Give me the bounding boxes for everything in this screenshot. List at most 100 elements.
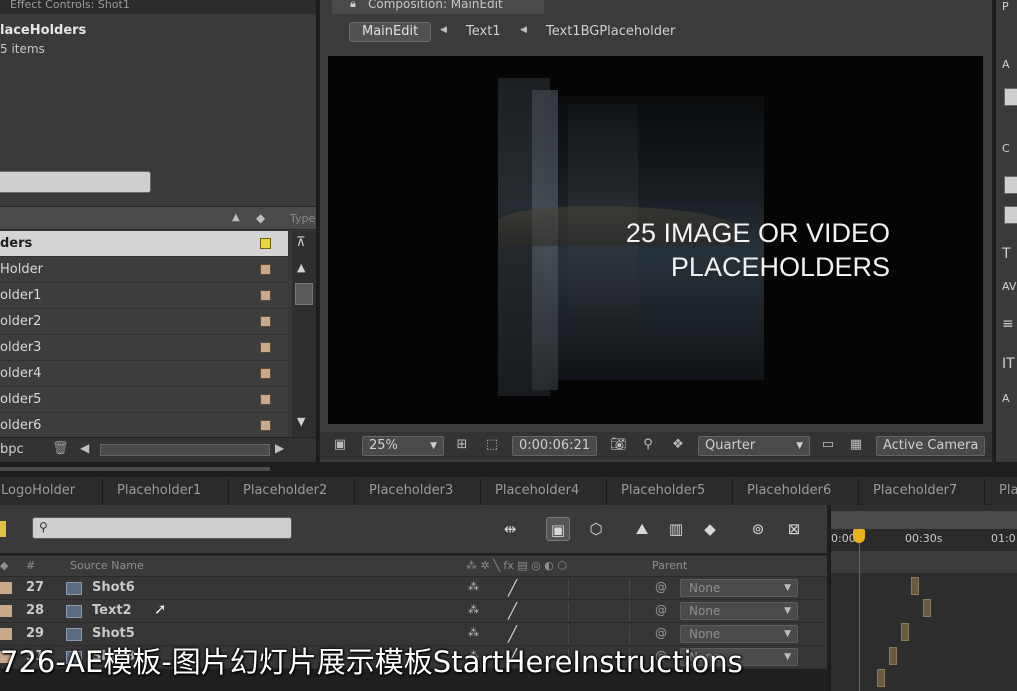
type-column-header[interactable]: Type <box>290 212 315 225</box>
source-name-column-header[interactable]: Source Name <box>70 559 144 572</box>
flowchart-icon[interactable]: ⊼ <box>296 235 306 250</box>
layer-name[interactable]: Shot6 <box>92 580 135 595</box>
tab-placeholder3[interactable]: Placeholder3 <box>354 479 480 505</box>
tab-placeholder5[interactable]: Placeholder5 <box>606 479 732 505</box>
collapse-switch-icon[interactable]: ╱ <box>508 602 517 620</box>
tab-placeholder6[interactable]: Placeholder6 <box>732 479 858 505</box>
project-item[interactable]: older5 <box>0 387 288 413</box>
effect-controls-tab[interactable]: Effect Controls: Shot1 <box>0 0 316 14</box>
composition-mini-flowchart-icon[interactable]: ⇹ <box>498 517 522 541</box>
hide-shy-layers-icon[interactable]: ⛰ <box>630 517 654 541</box>
layer-switch-cells[interactable] <box>568 602 630 621</box>
frame-blending-icon[interactable]: ▥ <box>664 517 688 541</box>
collapse-switch-icon[interactable]: ╱ <box>508 625 517 643</box>
label-swatch[interactable] <box>260 316 271 327</box>
scroll-left-icon[interactable]: ◀ <box>80 441 89 455</box>
shy-switch-icon[interactable]: ⁂ <box>468 626 479 639</box>
layer-row[interactable]: 28 Text2 ➚ ⁂ ╱ @ None ▼ <box>0 600 827 623</box>
layer-name[interactable]: Text2 <box>92 603 132 618</box>
layer-search-input[interactable]: ⚲ <box>32 517 292 539</box>
zoom-dropdown[interactable]: 25% ▼ <box>362 436 444 456</box>
divider-handle[interactable] <box>0 467 270 471</box>
layer-duration-bar[interactable] <box>901 623 909 641</box>
layer-row[interactable]: 27 Shot6 ⁂ ╱ @ None ▼ <box>0 577 827 600</box>
breadcrumb-mainedit[interactable]: MainEdit <box>349 22 432 42</box>
lock-icon[interactable]: 🔒︎ <box>350 0 356 12</box>
label-swatch[interactable] <box>260 264 271 275</box>
label-swatch[interactable] <box>260 420 271 431</box>
tab-placeholder4[interactable]: Placeholder4 <box>480 479 606 505</box>
always-preview-icon[interactable]: ▣ <box>332 437 348 453</box>
bit-depth-button[interactable]: bpc <box>0 442 24 457</box>
project-title[interactable]: laceHolders <box>0 23 86 38</box>
pick-whip-icon[interactable]: @ <box>655 580 667 594</box>
camera-icon[interactable]: 📷︎ <box>610 437 627 453</box>
parent-dropdown[interactable]: None ▼ <box>680 625 798 643</box>
layer-duration-bar[interactable] <box>911 577 919 595</box>
layer-switch-cells[interactable] <box>568 579 630 598</box>
color-channels-icon[interactable]: ❖ <box>670 437 686 453</box>
label-swatch[interactable] <box>260 238 271 249</box>
collapse-switch-icon[interactable]: ╱ <box>508 579 517 597</box>
layer-switch-cells[interactable] <box>568 625 630 644</box>
motion-blur-icon[interactable]: ◆ <box>698 517 722 541</box>
label-swatch[interactable] <box>260 368 271 379</box>
breadcrumb-text1[interactable]: Text1 <box>466 22 501 42</box>
scroll-thumb[interactable] <box>295 283 313 305</box>
paragraph-align-icon[interactable]: ≡ <box>1002 316 1017 332</box>
tab-placeholder7[interactable]: Placeholder7 <box>858 479 984 505</box>
baseline-shift-icon[interactable]: A <box>1002 392 1017 405</box>
tab-placeholder2[interactable]: Placeholder2 <box>228 479 354 505</box>
font-input[interactable] <box>1004 176 1017 194</box>
style-input[interactable] <box>1004 206 1017 224</box>
current-time-indicator[interactable] <box>853 529 865 543</box>
panel-input[interactable] <box>1004 88 1017 106</box>
tracking-icon[interactable]: AV <box>1002 280 1017 293</box>
layer-label-color[interactable] <box>0 582 12 594</box>
shy-switch-icon[interactable]: ⁂ <box>468 580 479 593</box>
brainstorm-icon[interactable]: ⊚ <box>746 517 770 541</box>
graph-editor-icon[interactable]: ⊠ <box>782 517 806 541</box>
tab-logoholder[interactable]: LogoHolder <box>0 479 104 505</box>
composition-tab[interactable]: 🔒︎ Composition: MainEdit <box>332 0 544 14</box>
label-swatch[interactable] <box>260 342 271 353</box>
scroll-down-icon[interactable]: ▼ <box>297 415 305 428</box>
region-of-interest-icon[interactable]: ⬚ <box>484 437 500 453</box>
new-cube-icon[interactable]: ⬡ <box>584 517 608 541</box>
project-item[interactable]: older6 <box>0 413 288 439</box>
shy-switch-icon[interactable]: ⁂ <box>468 603 479 616</box>
parent-column-header[interactable]: Parent <box>652 559 687 572</box>
breadcrumb-text1bgplaceholder[interactable]: Text1BGPlaceholder <box>546 22 675 42</box>
fit-icon[interactable]: ⊞ <box>454 437 470 453</box>
project-item[interactable]: older4 <box>0 361 288 387</box>
scroll-up-icon[interactable]: ▲ <box>297 261 305 274</box>
active-camera-dropdown[interactable]: Active Camera <box>876 436 986 456</box>
parent-dropdown[interactable]: None ▼ <box>680 602 798 620</box>
project-item[interactable]: ders <box>0 231 288 257</box>
parent-dropdown[interactable]: None ▼ <box>680 579 798 597</box>
composition-viewer[interactable]: 25 IMAGE OR VIDEO PLACEHOLDERS <box>328 56 983 424</box>
project-list-scrollbar[interactable]: ⊼ ▲ ▼ <box>292 231 316 437</box>
tab-placeholder1[interactable]: Placeholder1 <box>102 479 228 505</box>
switches-column-icons[interactable]: ⁂ ✲ ╲ fx ▤ ◎ ◐ ⬡ <box>466 559 567 572</box>
label-swatch[interactable] <box>260 290 271 301</box>
label-column-icon[interactable]: ◆ <box>0 559 8 572</box>
label-tag-icon[interactable]: ◆ <box>256 211 265 225</box>
scroll-right-icon[interactable]: ▶ <box>275 441 284 455</box>
resolution-dropdown[interactable]: Quarter ▼ <box>698 436 810 456</box>
show-snapshot-icon[interactable]: ⚲ <box>640 437 656 453</box>
vertical-scale-icon[interactable]: IT <box>1002 356 1017 372</box>
project-item[interactable]: older2 <box>0 309 288 335</box>
number-column-header[interactable]: # <box>26 559 35 572</box>
panel-divider[interactable] <box>0 462 1017 477</box>
transparency-grid-icon[interactable]: ▦ <box>848 437 864 453</box>
project-search-input[interactable] <box>0 171 151 193</box>
draft-3d-icon[interactable]: ▣ <box>546 517 570 541</box>
layer-duration-bar[interactable] <box>923 599 931 617</box>
label-swatch[interactable] <box>260 394 271 405</box>
layer-label-color[interactable] <box>0 605 12 617</box>
layer-name[interactable]: Shot5 <box>92 626 135 641</box>
layer-label-color[interactable] <box>0 628 12 640</box>
pick-whip-icon[interactable]: @ <box>655 603 667 617</box>
project-item[interactable]: older3 <box>0 335 288 361</box>
